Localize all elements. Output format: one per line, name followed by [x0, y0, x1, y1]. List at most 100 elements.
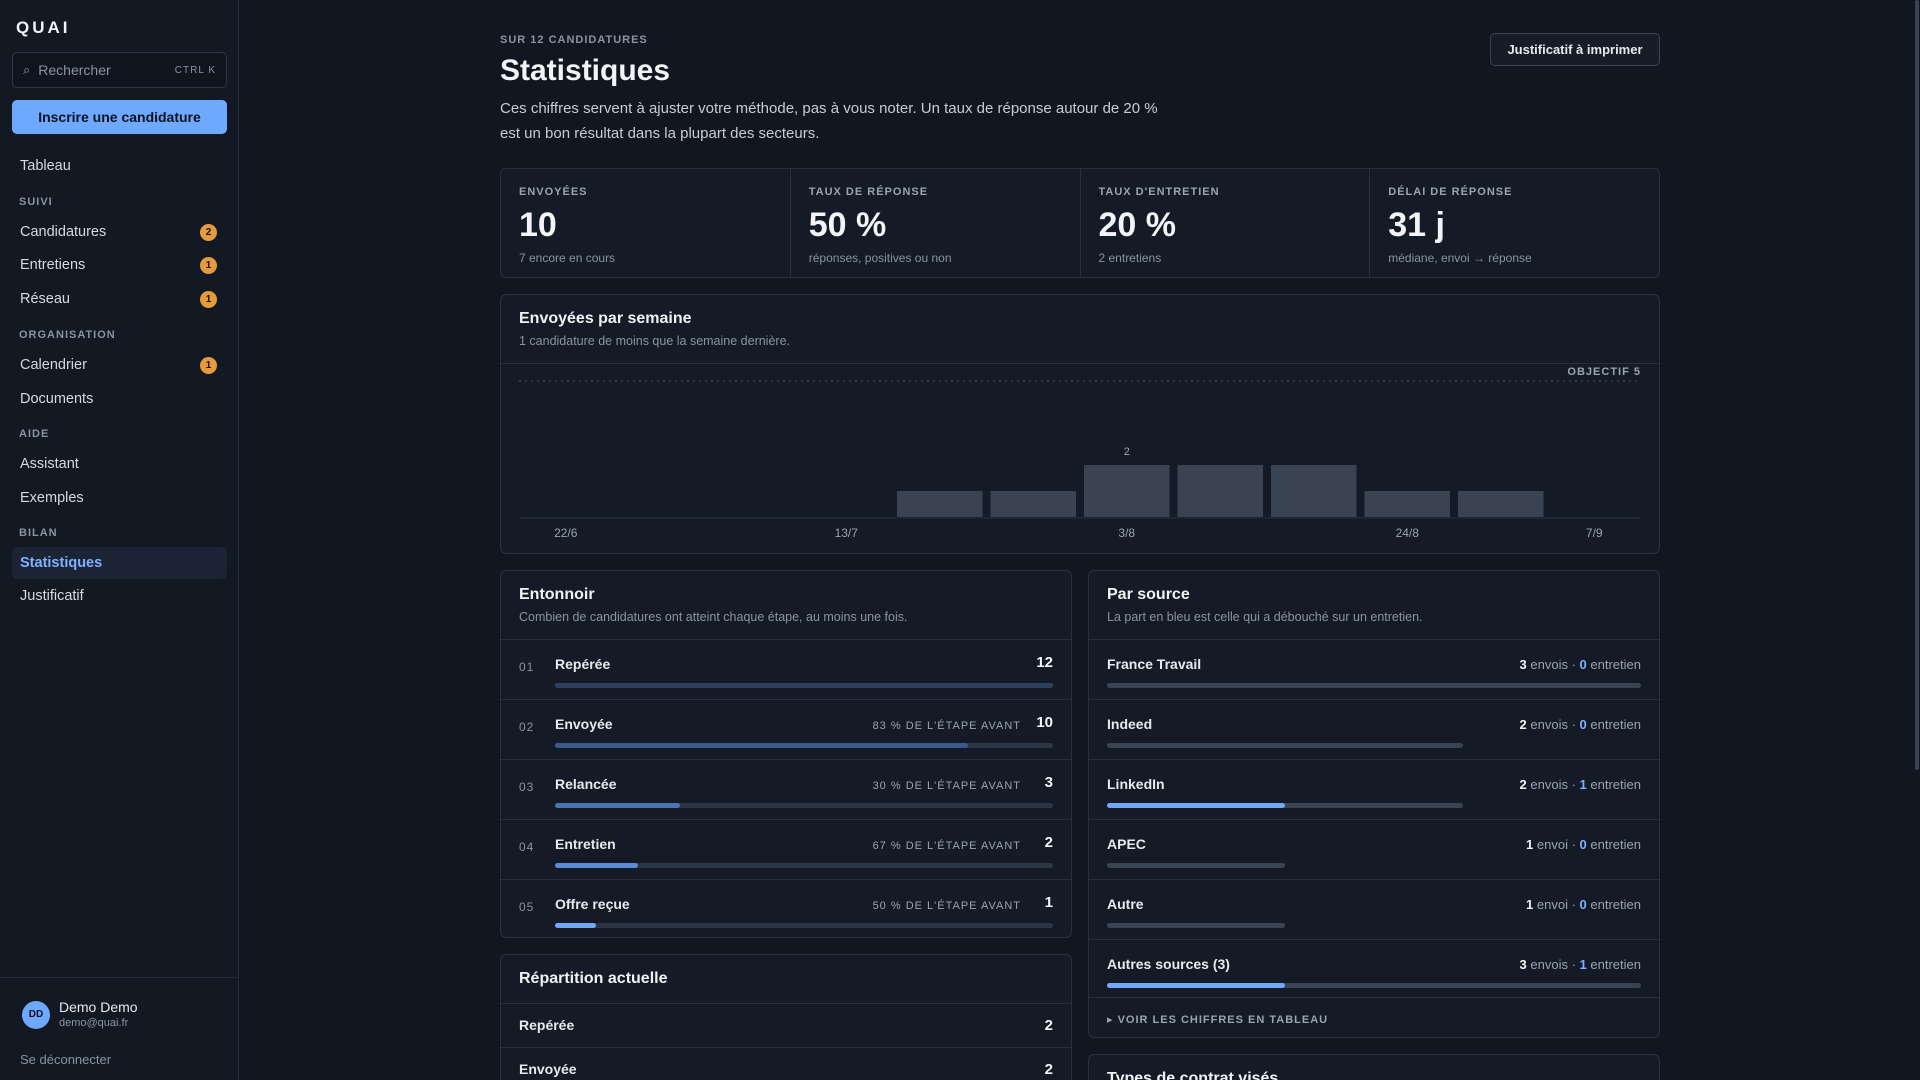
step-number: 04 — [519, 840, 535, 854]
kpi-label: DÉLAI DE RÉPONSE — [1388, 186, 1513, 198]
bar-27/7[interactable] — [990, 491, 1077, 517]
sends-count: 2 — [1519, 717, 1527, 732]
user-panel: DD Demo Demo demo@quai.fr Se déconnecter — [0, 977, 239, 1080]
source-row: LinkedIn 2 envois · 1 entretien — [1089, 759, 1659, 819]
card-title: Entonnoir — [519, 586, 595, 603]
interviews-count: 0 — [1579, 717, 1587, 732]
step-ratio: 30 % DE L'ÉTAPE AVANT — [872, 780, 1021, 792]
count-badge: 2 — [200, 224, 217, 241]
step-number: 05 — [519, 900, 535, 914]
step-count: 2 — [1044, 834, 1053, 851]
card-title: Envoyées par semaine — [519, 310, 692, 327]
bar-17/8[interactable] — [1271, 465, 1357, 517]
scrollbar[interactable] — [1914, 0, 1920, 1080]
source-meta: 2 envois · 0 entretien — [1519, 717, 1641, 732]
kpi-subtext: médiane, envoi → réponse — [1388, 251, 1532, 265]
sends-label: envoi — [1536, 897, 1568, 912]
search-icon: ⌕ — [23, 62, 31, 77]
bar-31/8[interactable] — [1458, 491, 1544, 517]
funnel-row: 03 Relancée 30 % DE L'ÉTAPE AVANT 3 — [501, 759, 1071, 819]
sidebar-item-label: Candidatures — [20, 224, 107, 240]
step-name: Repérée — [555, 656, 611, 672]
source-row: Indeed 2 envois · 0 entretien — [1089, 699, 1659, 759]
sidebar-item-label: Assistant — [20, 456, 79, 472]
sidebar-item-label: Statistiques — [20, 555, 103, 571]
status-count: 2 — [1044, 1017, 1053, 1034]
funnel-row: 01 Repérée 12 — [501, 639, 1071, 699]
sidebar-item-tableau[interactable]: Tableau — [12, 150, 227, 182]
sends-count: 3 — [1519, 957, 1527, 972]
sends-label: envois — [1530, 657, 1568, 672]
kpi-subtext: réponses, positives ou non — [808, 251, 952, 265]
sidebar-item-candidatures[interactable]: Candidatures 2 — [12, 216, 227, 248]
sidebar-item-reseau[interactable]: Réseau 1 — [12, 283, 227, 315]
status-name: Repérée — [519, 1017, 575, 1033]
avatar[interactable]: DD — [22, 1001, 50, 1029]
bar-data-label: 2 — [1124, 446, 1130, 458]
interviews-count: 1 — [1579, 957, 1587, 972]
interviews-label: entretien — [1590, 657, 1641, 672]
source-meta: 2 envois · 1 entretien — [1519, 777, 1641, 792]
source-meta: 3 envois · 1 entretien — [1519, 957, 1641, 972]
interviews-label: entretien — [1590, 897, 1641, 912]
sidebar-item-assistant[interactable]: Assistant — [12, 448, 227, 480]
progress-fill — [555, 923, 597, 928]
step-name: Offre reçue — [555, 896, 630, 912]
source-row: APEC 1 envoi · 0 entretien — [1089, 819, 1659, 879]
sidebar-item-documents[interactable]: Documents — [12, 383, 227, 415]
progress-track — [1107, 683, 1641, 688]
step-ratio: 50 % DE L'ÉTAPE AVANT — [872, 900, 1021, 912]
add-application-button[interactable]: Inscrire une candidature — [12, 100, 227, 134]
sidebar-item-label: Exemples — [20, 490, 84, 506]
scrollbar-thumb[interactable] — [1915, 0, 1919, 770]
progress-fill — [1107, 803, 1286, 808]
print-certificate-button[interactable]: Justificatif à imprimer — [1490, 33, 1660, 66]
bar-24/8[interactable] — [1364, 491, 1451, 517]
bar-10/8[interactable] — [1177, 465, 1264, 517]
sends-count: 2 — [1519, 777, 1527, 792]
source-name: France Travail — [1107, 656, 1202, 672]
brand-logo[interactable]: QUAI — [16, 18, 71, 38]
progress-track — [1107, 743, 1464, 748]
progress-track — [1107, 803, 1464, 808]
progress-fill — [555, 863, 639, 868]
bar-20/7[interactable] — [897, 491, 983, 517]
logout-link[interactable]: Se déconnecter — [20, 1052, 111, 1067]
source-card: Par source La part en bleu est celle qui… — [1088, 570, 1660, 1038]
kpi-subtext: 2 entretiens — [1098, 251, 1162, 265]
interviews-label: entretien — [1590, 957, 1641, 972]
source-meta: 3 envois · 0 entretien — [1519, 657, 1641, 672]
step-name: Entretien — [555, 836, 616, 852]
card-title: Par source — [1107, 586, 1190, 603]
progress-fill — [555, 803, 680, 808]
step-name: Relancée — [555, 776, 617, 792]
sidebar-item-justificatif[interactable]: Justificatif — [12, 580, 227, 612]
sidebar-item-entretiens[interactable]: Entretiens 1 — [12, 249, 227, 281]
sends-count: 3 — [1519, 657, 1527, 672]
bar-3/8[interactable] — [1084, 465, 1170, 517]
sidebar-item-calendrier[interactable]: Calendrier 1 — [12, 349, 227, 381]
step-count: 1 — [1044, 894, 1053, 911]
card-title: Types de contrat visés — [1107, 1070, 1279, 1080]
kpi-label: ENVOYÉES — [519, 186, 588, 198]
sends-count: 1 — [1526, 837, 1534, 852]
progress-track — [1107, 983, 1641, 988]
source-name: LinkedIn — [1107, 776, 1165, 792]
sidebar-section-bilan: BILAN — [19, 527, 58, 539]
progress-track — [555, 743, 1053, 748]
x-tick-label: 3/8 — [1118, 526, 1135, 540]
kpi-value: 31 j — [1388, 206, 1445, 244]
search-placeholder: Rechercher — [38, 62, 111, 78]
progress-fill — [555, 683, 1053, 688]
sidebar-item-exemples[interactable]: Exemples — [12, 482, 227, 514]
step-count: 10 — [1036, 714, 1053, 731]
search-input[interactable]: ⌕ Rechercher CTRL K — [12, 52, 227, 88]
sidebar-section-suivi: SUIVI — [19, 196, 53, 208]
kpi-label: TAUX D'ENTRETIEN — [1098, 186, 1220, 198]
step-ratio: 67 % DE L'ÉTAPE AVANT — [872, 840, 1021, 852]
see-table-toggle[interactable]: ▸ VOIR LES CHIFFRES EN TABLEAU — [1107, 1013, 1328, 1026]
sidebar: QUAI ⌕ Rechercher CTRL K Inscrire une ca… — [0, 0, 239, 1080]
sidebar-item-statistiques[interactable]: Statistiques — [12, 547, 227, 579]
page-intro: Ces chiffres servent à ajuster votre mét… — [500, 100, 1158, 142]
interviews-count: 0 — [1579, 837, 1587, 852]
